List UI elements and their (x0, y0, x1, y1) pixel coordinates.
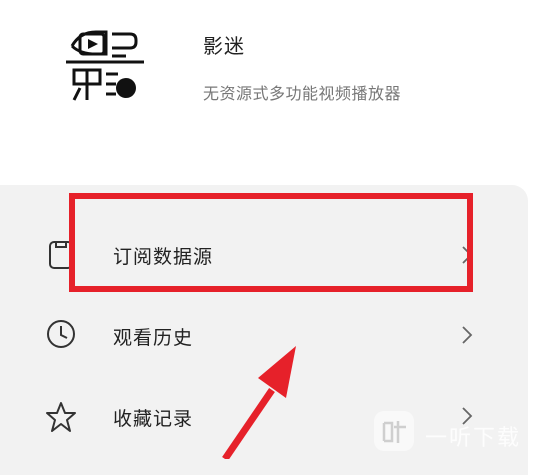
menu-item-history[interactable]: 观看历史 (0, 295, 528, 375)
clock-icon (47, 320, 75, 348)
highlight-box (69, 193, 473, 292)
watermark-text: 一听下载 (425, 426, 522, 451)
chevron-right-icon (462, 326, 473, 344)
app-header: 影迷 无资源式多功能视频播放器 (0, 0, 533, 180)
app-logo (66, 30, 144, 101)
star-icon (46, 402, 76, 432)
menu-item-label: 观看历史 (113, 327, 194, 349)
app-name: 影迷 (203, 34, 245, 58)
menu-item-label: 收藏记录 (113, 408, 194, 430)
watermark-logo-icon (374, 411, 414, 451)
app-description: 无资源式多功能视频播放器 (203, 84, 402, 103)
